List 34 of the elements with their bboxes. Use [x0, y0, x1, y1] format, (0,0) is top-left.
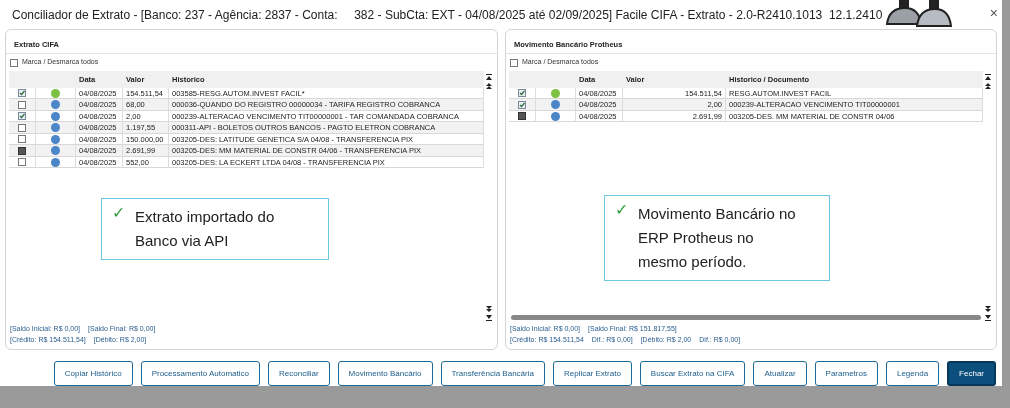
- checkbox[interactable]: [18, 123, 26, 132]
- window-title: Conciliador de Extrato - [Banco: 237 - Agência: 2837 - Conta: 382 - SubCta: EXT - 04/08/2025 até 02/09/2025] Facile CIFA - Extrato - 2.0-R2410.1013 12.1.2410: [12, 6, 883, 24]
- check-icon: ✓: [112, 205, 125, 253]
- scroll-down-icon[interactable]: [984, 305, 992, 313]
- horizontal-scrollbar[interactable]: [511, 315, 981, 320]
- scroll-top-icon[interactable]: [485, 72, 493, 81]
- checkbox[interactable]: [518, 89, 526, 98]
- action-button[interactable]: Legenda: [885, 361, 940, 386]
- action-button[interactable]: Parametros: [814, 361, 878, 386]
- checkbox[interactable]: [18, 100, 26, 109]
- callout-text: Extrato importado do Banco via API: [135, 207, 276, 251]
- scroll-top-icon[interactable]: [984, 72, 992, 81]
- callout-text: Movimento Bancário no ERP Protheus no mesmo período.: [638, 204, 797, 272]
- checkbox[interactable]: [18, 158, 26, 167]
- scroll-bottom-icon[interactable]: [984, 314, 992, 322]
- action-button[interactable]: Fechar: [947, 361, 996, 386]
- checkbox[interactable]: [18, 89, 26, 98]
- checkbox[interactable]: [18, 112, 26, 121]
- scroll-down-icon[interactable]: [485, 305, 493, 313]
- checkbox[interactable]: [510, 58, 518, 67]
- checkbox[interactable]: [10, 58, 18, 67]
- action-button[interactable]: Processamento Automatico: [140, 361, 260, 386]
- action-button[interactable]: Replicar Extrato: [552, 361, 632, 386]
- action-button[interactable]: Reconciliar: [268, 361, 330, 386]
- check-icon: ✓: [615, 202, 628, 274]
- action-button[interactable]: Transferência Bancária: [440, 361, 545, 386]
- close-button[interactable]: ×: [989, 6, 998, 20]
- action-button[interactable]: Copiar Histórico: [53, 361, 133, 386]
- scroll-bottom-icon[interactable]: [485, 314, 493, 322]
- checkbox[interactable]: [518, 100, 526, 109]
- action-button[interactable]: Buscar Extrato na CIFA: [639, 361, 746, 386]
- action-button[interactable]: Atualizar: [753, 361, 807, 386]
- checkbox[interactable]: [18, 135, 26, 144]
- action-button[interactable]: Movimento Bancário: [337, 361, 433, 386]
